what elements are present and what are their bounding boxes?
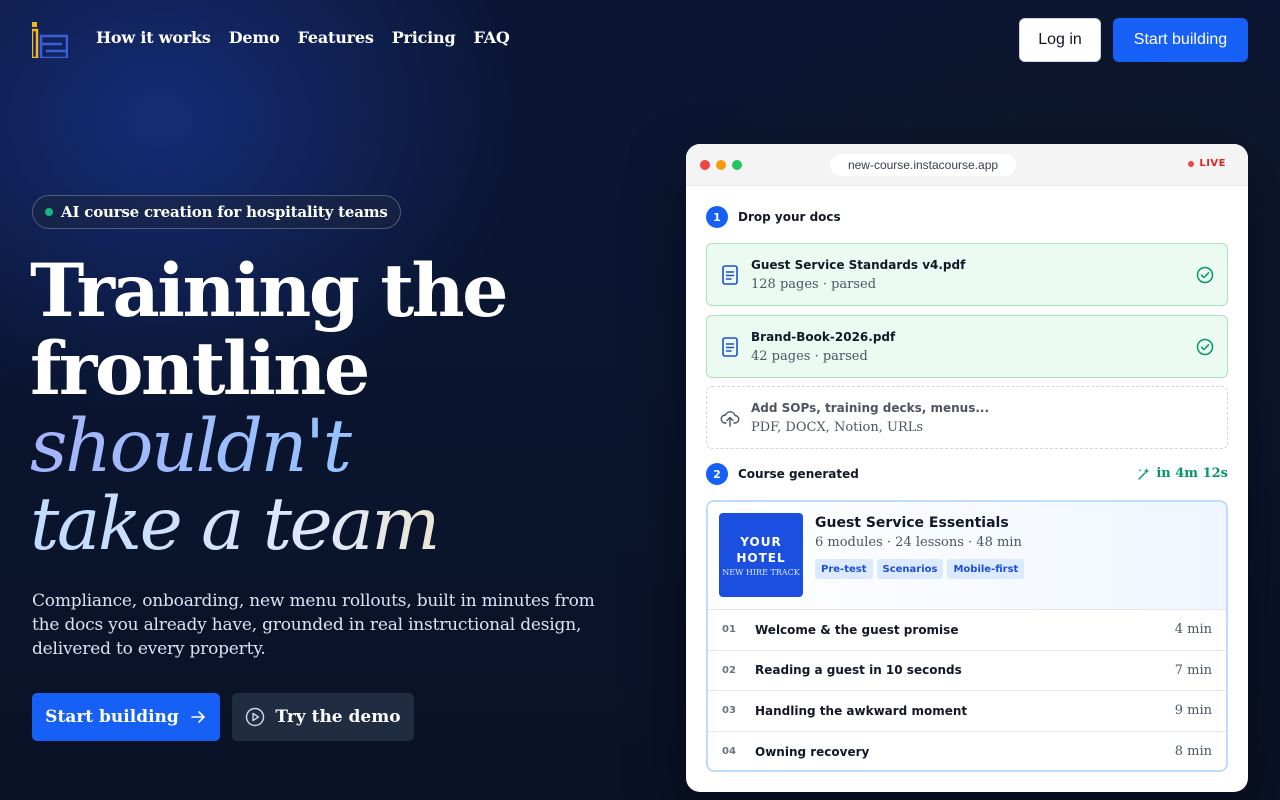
lesson-row[interactable]: 02 Reading a guest in 10 seconds 7 min — [708, 651, 1226, 691]
maximize-dot-icon — [732, 160, 742, 170]
step-label: Course generated — [738, 467, 859, 481]
tag-pre-test: Pre-test — [815, 559, 873, 579]
hero-badge: AI course creation for hospitality teams — [32, 195, 401, 229]
lesson-number: 03 — [722, 705, 736, 717]
nav-link-features[interactable]: Features — [298, 28, 374, 47]
step-number: 2 — [706, 463, 728, 485]
try-demo-label: Try the demo — [275, 707, 401, 727]
lesson-duration: 4 min — [1174, 622, 1212, 638]
file-meta: 128 pages · parsed — [751, 277, 877, 292]
hero-subcopy: Compliance, onboarding, new menu rollout… — [32, 591, 595, 659]
live-badge: LIVE — [1188, 158, 1226, 169]
tag-scenarios: Scenarios — [876, 559, 944, 579]
upload-dropzone[interactable]: Add SOPs, training decks, menus... PDF, … — [706, 386, 1228, 449]
play-circle-icon — [246, 707, 265, 727]
headline-line-2: frontline — [30, 326, 370, 412]
lesson-title: Owning recovery — [755, 744, 870, 759]
nav-links: How it works Demo Features Pricing FAQ — [96, 28, 510, 47]
lesson-number: 01 — [722, 624, 736, 636]
hero-headline: Training the frontline shouldn't take a … — [30, 252, 650, 564]
lesson-title: Welcome & the guest promise — [755, 622, 959, 637]
tag-mobile-first: Mobile-first — [947, 559, 1025, 579]
check-circle-icon — [1196, 338, 1214, 356]
live-dot-icon — [1188, 160, 1195, 167]
file-name: Brand-Book-2026.pdf — [751, 330, 896, 344]
try-demo-button[interactable]: Try the demo — [232, 693, 414, 741]
lesson-title: Reading a guest in 10 seconds — [755, 663, 962, 678]
demo-window: new-course.instacourse.app LIVE 1 Drop y… — [686, 144, 1248, 792]
step-number: 1 — [706, 206, 728, 228]
check-circle-icon — [1196, 266, 1214, 284]
nav-link-how-it-works[interactable]: How it works — [96, 28, 211, 47]
nav-link-faq[interactable]: FAQ — [473, 28, 509, 47]
course-meta: 6 modules · 24 lessons · 48 min — [815, 535, 1022, 550]
course-header: YOUR HOTEL NEW HIRE TRACK Guest Service … — [708, 502, 1226, 610]
lesson-duration: 8 min — [1174, 744, 1212, 760]
nav-link-demo[interactable]: Demo — [229, 28, 280, 47]
course-tags: Pre-test Scenarios Mobile-first — [815, 559, 1025, 579]
lesson-duration: 9 min — [1174, 703, 1212, 719]
step-course-generated: 2 Course generated — [706, 463, 859, 485]
lesson-number: 04 — [722, 746, 736, 758]
headline-line-4: take a team — [30, 486, 650, 564]
upload-cloud-icon — [720, 411, 740, 427]
hero-badge-text: AI course creation for hospitality teams — [61, 203, 388, 221]
lesson-row[interactable]: 03 Handling the awkward moment 9 min — [708, 691, 1226, 732]
headline-line-3: shouldn't — [30, 408, 650, 486]
lesson-duration: 7 min — [1174, 662, 1212, 678]
start-building-label: Start building — [45, 707, 179, 727]
file-name: Guest Service Standards v4.pdf — [751, 258, 966, 272]
document-icon — [722, 265, 738, 285]
url-bar[interactable]: new-course.instacourse.app — [830, 154, 1016, 176]
lesson-row[interactable]: 04 Owning recovery 8 min — [708, 732, 1226, 771]
top-nav: How it works Demo Features Pricing FAQ L… — [0, 0, 1280, 80]
course-thumbnail: YOUR HOTEL NEW HIRE TRACK — [719, 513, 803, 597]
file-meta: 42 pages · parsed — [751, 349, 868, 364]
generated-course-card[interactable]: YOUR HOTEL NEW HIRE TRACK Guest Service … — [706, 500, 1228, 772]
lesson-row[interactable]: 01 Welcome & the guest promise 4 min — [708, 610, 1226, 651]
lesson-number: 02 — [722, 664, 736, 676]
thumbnail-line-3: NEW HIRE TRACK — [722, 567, 800, 577]
headline-line-1: Training the — [30, 248, 509, 334]
live-label: LIVE — [1199, 158, 1226, 169]
lesson-title: Handling the awkward moment — [755, 703, 968, 718]
thumbnail-line-1: YOUR — [740, 534, 782, 549]
sparkle-icon — [1138, 467, 1150, 480]
status-dot-icon — [45, 208, 53, 216]
instacourse-logo-icon[interactable] — [32, 22, 68, 58]
course-title: Guest Service Essentials — [815, 515, 1009, 531]
start-building-nav-button[interactable]: Start building — [1113, 18, 1248, 62]
step-label: Drop your docs — [738, 210, 841, 224]
file-card[interactable]: Guest Service Standards v4.pdf 128 pages… — [706, 243, 1228, 306]
document-icon — [722, 337, 738, 357]
generation-time: in 4m 12s — [1137, 466, 1228, 481]
generation-time-label: in 4m 12s — [1156, 466, 1228, 481]
upload-formats: PDF, DOCX, Notion, URLs — [751, 420, 924, 435]
file-card[interactable]: Brand-Book-2026.pdf 42 pages · parsed — [706, 315, 1228, 378]
window-titlebar: new-course.instacourse.app LIVE — [686, 144, 1248, 186]
step-drop-docs: 1 Drop your docs — [706, 206, 841, 228]
arrow-right-icon — [191, 711, 205, 723]
thumbnail-line-2: HOTEL — [736, 550, 786, 565]
start-building-button[interactable]: Start building — [32, 693, 220, 741]
nav-link-pricing[interactable]: Pricing — [392, 28, 456, 47]
login-button[interactable]: Log in — [1019, 18, 1101, 62]
upload-title: Add SOPs, training decks, menus... — [751, 401, 990, 415]
minimize-dot-icon — [716, 160, 726, 170]
close-dot-icon — [700, 160, 710, 170]
